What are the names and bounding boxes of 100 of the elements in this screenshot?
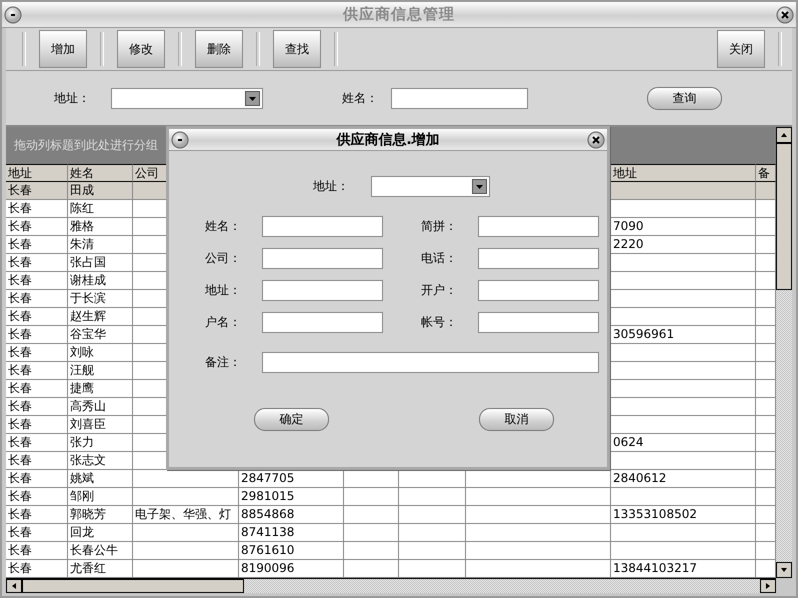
minimize-icon[interactable] (4, 6, 22, 24)
column-header[interactable]: 备 (756, 164, 776, 182)
column-header[interactable]: 姓名 (68, 164, 133, 182)
input-field[interactable] (262, 216, 383, 236)
table-cell: 长春 (6, 488, 68, 506)
table-cell: 8854868 (239, 506, 344, 524)
input-field[interactable] (478, 216, 599, 236)
table-cell: 高秀山 (68, 398, 133, 416)
table-cell: 长春 (6, 380, 68, 398)
table-cell: 2847705 (239, 470, 344, 488)
field-label: 姓名： (205, 218, 242, 234)
table-cell: 7090 (611, 218, 756, 236)
input-field[interactable] (262, 312, 383, 332)
toolbar-button[interactable]: 修改 (117, 30, 165, 68)
table-cell: 长春 (6, 218, 68, 236)
table-cell: 捷鹰 (68, 380, 133, 398)
field-label: 帐号： (421, 314, 458, 330)
table-cell: 姚斌 (68, 470, 133, 488)
table-cell: 长春 (6, 290, 68, 308)
remark-label: 备注： (205, 354, 242, 370)
table-cell: 长春 (6, 452, 68, 470)
table-cell: 汪舰 (68, 362, 133, 380)
table-cell: 长春 (6, 560, 68, 578)
field-label: 户名： (205, 314, 242, 330)
table-cell: 张志文 (68, 452, 133, 470)
table-cell: 13844103217 (611, 560, 756, 578)
table-cell: 长春 (6, 344, 68, 362)
table-cell: 谷宝华 (68, 326, 133, 344)
table-cell: 长春 (6, 398, 68, 416)
table-cell: 谢桂成 (68, 272, 133, 290)
input-field[interactable] (478, 280, 599, 300)
table-cell: 雅格 (68, 218, 133, 236)
horizontal-scrollbar[interactable] (6, 578, 776, 593)
address-select[interactable] (111, 88, 263, 108)
table-cell: 长春 (6, 182, 68, 200)
input-field[interactable] (478, 312, 599, 332)
table-cell: 郭晓芳 (68, 506, 133, 524)
table-cell: 长春 (6, 254, 68, 272)
column-header[interactable]: 地址 (6, 164, 68, 182)
window-title: 供应商信息管理 (343, 5, 455, 24)
ok-button[interactable]: 确定 (254, 408, 329, 431)
table-cell: 刘咏 (68, 344, 133, 362)
group-hint: 拖动列标题到此处进行分组 (14, 137, 158, 154)
toolbar-button[interactable]: 增加 (39, 30, 87, 68)
table-cell: 0624 (611, 434, 756, 452)
close-icon[interactable] (776, 6, 794, 24)
table-cell: 8761610 (239, 542, 344, 560)
table-cell: 长春 (6, 506, 68, 524)
name-field[interactable] (391, 88, 528, 108)
input-field[interactable] (262, 248, 383, 268)
table-cell: 尤香红 (68, 560, 133, 578)
remark-field[interactable] (262, 352, 599, 372)
table-cell: 13353108502 (611, 506, 756, 524)
name-label: 姓名： (342, 90, 379, 106)
table-cell: 长春 (6, 434, 68, 452)
table-cell: 长春 (6, 200, 68, 218)
table-cell: 长春 (6, 272, 68, 290)
table-cell: 2220 (611, 236, 756, 254)
table-cell: 于长滨 (68, 290, 133, 308)
field-label: 电话： (421, 250, 458, 266)
table-cell: 30596961 (611, 326, 756, 344)
input-field[interactable] (262, 280, 383, 300)
table-cell: 长春 (6, 470, 68, 488)
table-cell: 邹刚 (68, 488, 133, 506)
table-cell: 长春 (6, 326, 68, 344)
table-cell: 长春公牛 (68, 542, 133, 560)
scroll-down-icon (780, 566, 788, 574)
address-select[interactable] (371, 176, 490, 196)
table-cell: 张占国 (68, 254, 133, 272)
scroll-right-icon (764, 582, 772, 590)
close-button[interactable]: 关闭 (717, 30, 765, 68)
table-cell: 2840612 (611, 470, 756, 488)
table-cell: 8190096 (239, 560, 344, 578)
table-cell: 长春 (6, 524, 68, 542)
table-cell: 长春 (6, 236, 68, 254)
close-icon[interactable] (586, 130, 605, 148)
scroll-left-icon (10, 582, 18, 590)
input-field[interactable] (478, 248, 599, 268)
table-cell: 朱清 (68, 236, 133, 254)
field-label: 简拼： (421, 218, 458, 234)
query-button[interactable]: 查询 (647, 86, 722, 110)
toolbar-button[interactable]: 删除 (195, 30, 243, 68)
field-label: 公司： (205, 250, 242, 266)
vertical-scrollbar[interactable] (776, 127, 792, 578)
table-cell: 陈红 (68, 200, 133, 218)
table-cell: 长春 (6, 542, 68, 560)
field-label: 地址： (205, 282, 242, 298)
table-cell: 电子架、华强、灯 (133, 506, 239, 524)
cancel-button[interactable]: 取消 (479, 408, 554, 431)
table-cell: 长春 (6, 362, 68, 380)
toolbar-button[interactable]: 查找 (273, 30, 321, 68)
minimize-icon[interactable] (171, 130, 189, 148)
dialog-title: 供应商信息.增加 (336, 130, 440, 148)
table-cell: 张力 (68, 434, 133, 452)
column-header[interactable]: 地址 (611, 164, 756, 182)
table-cell: 2981015 (239, 488, 344, 506)
table-cell: 长春 (6, 308, 68, 326)
table-cell: 田成 (68, 182, 133, 200)
table-cell: 回龙 (68, 524, 133, 542)
scroll-up-icon (780, 131, 788, 139)
